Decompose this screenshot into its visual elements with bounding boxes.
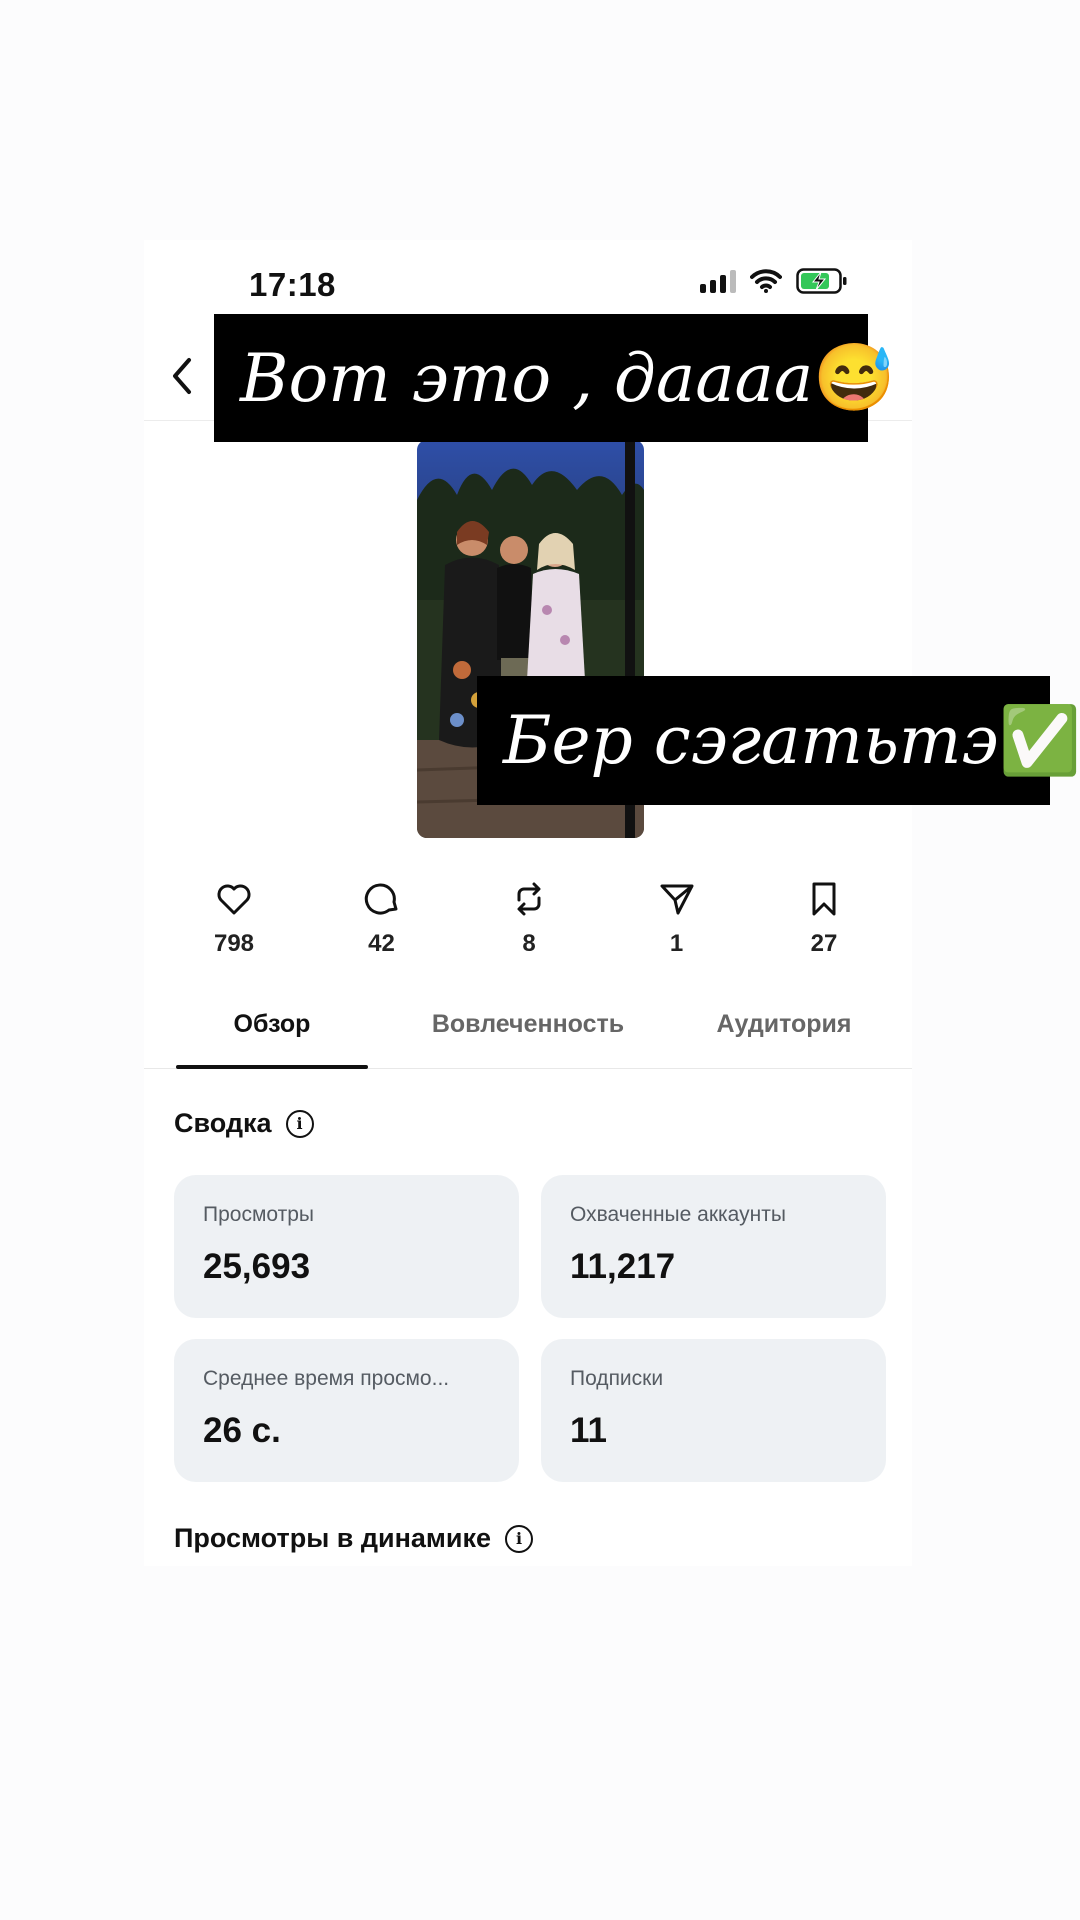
sweat-smile-emoji: 😅 (813, 339, 896, 416)
avg-watch-time-value: 26 с. (203, 1411, 281, 1450)
reposts-count: 8 (522, 930, 536, 957)
comment-icon (364, 883, 397, 915)
tab-overview[interactable]: Обзор (144, 998, 400, 1069)
accounts-reached-label: Охваченные аккаунты (570, 1203, 786, 1226)
views-card[interactable]: Просмотры 25,693 (174, 1175, 519, 1318)
views-dynamics-title: Просмотры в динамике i (174, 1523, 534, 1554)
share-icon (660, 884, 693, 915)
likes-stat[interactable]: 798 (184, 880, 284, 958)
avg-watch-time-card[interactable]: Среднее время просмо... 26 с. (174, 1339, 519, 1482)
post-stats-row: 798 42 8 1 27 (184, 880, 874, 958)
tab-audience[interactable]: Аудитория (656, 998, 912, 1068)
tab-engagement[interactable]: Вовлеченность (400, 998, 656, 1068)
story-caption-top: Вот это , даааа 😅 (214, 314, 895, 442)
avg-watch-time-label: Среднее время просмо... (203, 1367, 450, 1390)
saves-count: 27 (810, 930, 838, 957)
views-dynamics-title-text: Просмотры в динамике (174, 1523, 492, 1553)
shares-stat[interactable]: 1 (627, 880, 727, 958)
comments-stat[interactable]: 42 (332, 880, 432, 958)
insights-tabs: Обзор Вовлеченность Аудитория (144, 998, 912, 1069)
story-caption-bottom-text: Бер сэгатьтэ (503, 702, 999, 779)
bookmark-icon (812, 882, 836, 916)
info-icon[interactable]: i (505, 1524, 534, 1553)
summary-title-text: Сводка (174, 1108, 272, 1138)
back-button[interactable] (160, 354, 204, 398)
views-value: 25,693 (203, 1247, 311, 1286)
status-icons (700, 268, 848, 294)
heart-icon (217, 884, 251, 915)
comments-count: 42 (368, 930, 395, 957)
accounts-reached-value: 11,217 (570, 1247, 676, 1286)
cellular-signal-icon (700, 269, 736, 293)
saves-stat[interactable]: 27 (774, 880, 874, 958)
check-mark-emoji: ✅ (998, 701, 1080, 779)
accounts-reached-card[interactable]: Охваченные аккаунты 11,217 (541, 1175, 886, 1318)
follows-label: Подписки (570, 1367, 664, 1390)
chevron-left-icon (173, 358, 191, 394)
likes-count: 798 (213, 930, 255, 957)
battery-charging-icon (796, 268, 847, 294)
views-label: Просмотры (203, 1203, 314, 1226)
story-caption-bottom: Бер сэгатьтэ ✅ (477, 676, 1080, 805)
repost-icon (517, 882, 541, 916)
story-caption-top-text: Вот это , даааа (240, 339, 814, 417)
wifi-icon (750, 269, 782, 293)
follows-card[interactable]: Подписки 11 (541, 1339, 886, 1482)
reposts-stat[interactable]: 8 (479, 880, 579, 958)
shares-count: 1 (669, 930, 684, 957)
info-icon[interactable]: i (285, 1109, 314, 1138)
summary-title: Сводка i (174, 1108, 314, 1139)
status-time: 17:18 (249, 266, 336, 303)
follows-value: 11 (570, 1411, 607, 1450)
